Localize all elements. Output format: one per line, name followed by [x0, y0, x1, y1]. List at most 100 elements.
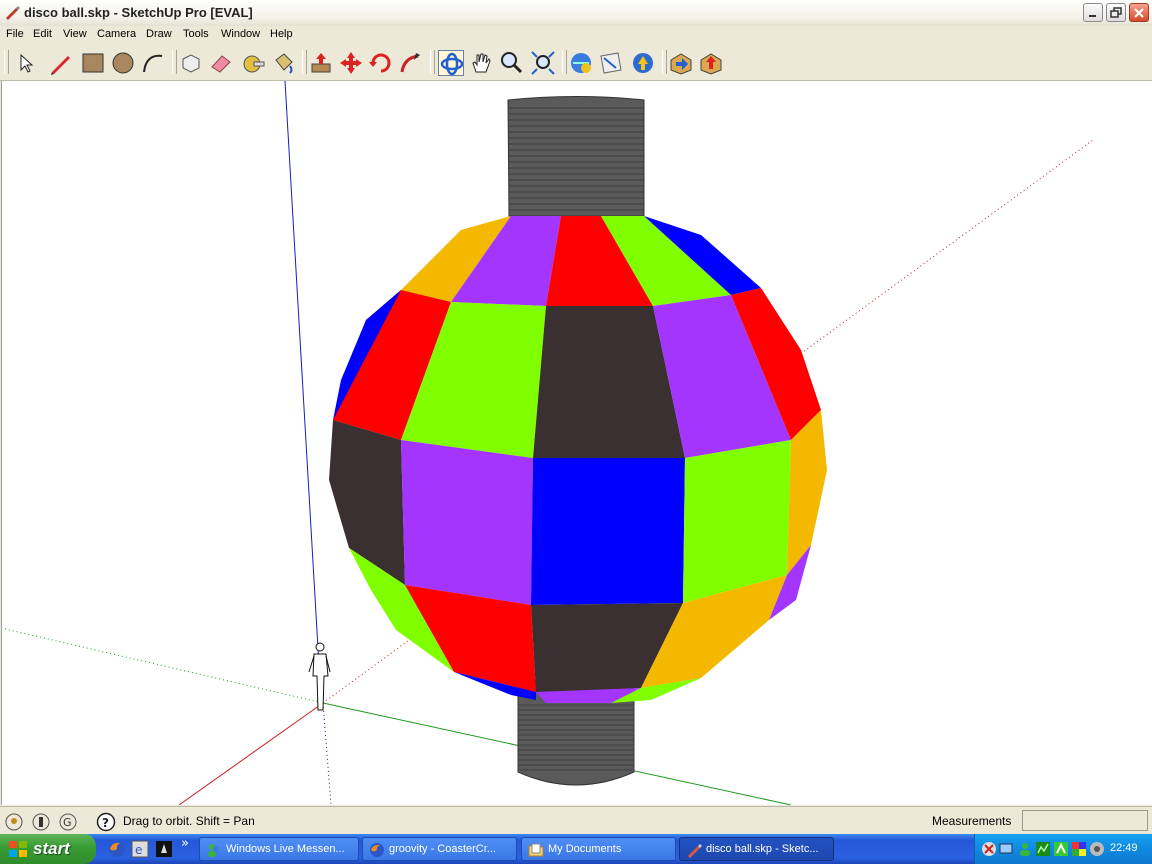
select-tool-button[interactable]: [12, 50, 38, 76]
zoom-tool-button[interactable]: [498, 50, 524, 76]
windows-logo-icon: [9, 841, 27, 857]
toolbar-separator: [430, 50, 435, 74]
move-icon: [340, 52, 362, 74]
rotate-icon: [369, 53, 391, 73]
task-label: Windows Live Messen...: [226, 843, 345, 855]
push-pull-button[interactable]: [308, 50, 334, 76]
follow-me-button[interactable]: [398, 50, 424, 76]
clock: 22:49: [1110, 842, 1138, 854]
credits-icon[interactable]: [31, 812, 51, 832]
rotate-tool-button[interactable]: [368, 50, 394, 76]
eraser-icon: [211, 55, 231, 73]
toolbar-separator: [562, 50, 567, 74]
pan-tool-button[interactable]: [468, 50, 494, 76]
main-toolbar: [0, 44, 1152, 81]
task-label: My Documents: [548, 843, 622, 855]
select-icon: [20, 53, 34, 73]
orbit-icon: [440, 52, 464, 76]
pencil-icon: [51, 56, 70, 75]
rectangle-icon: [82, 53, 104, 73]
zoom-icon: [501, 52, 523, 74]
sign-in-icon[interactable]: G: [58, 812, 78, 832]
minimize-icon: [1089, 15, 1096, 17]
menu-file[interactable]: File: [6, 28, 24, 40]
restore-icon: [1110, 7, 1122, 18]
display-icon[interactable]: [999, 841, 1015, 857]
blue-axis: [284, 81, 322, 701]
orbit-tool-button[interactable]: [438, 50, 464, 76]
arc-tool-button[interactable]: [140, 50, 166, 76]
restore-button[interactable]: [1106, 3, 1126, 22]
blue-axis-negative: [322, 702, 332, 805]
sketchup-app-icon: [6, 6, 20, 20]
get-models-icon: [571, 53, 591, 73]
disco-ball[interactable]: [329, 216, 827, 703]
geo-location-icon[interactable]: [4, 812, 24, 832]
scene-canvas[interactable]: [2, 81, 1152, 805]
paint-bucket-icon: [275, 53, 293, 74]
push-pull-icon: [311, 53, 331, 73]
network-activity-icon[interactable]: [1035, 841, 1051, 857]
zoom-extents-icon: [531, 51, 555, 75]
share-model-button[interactable]: [598, 50, 624, 76]
make-component-button[interactable]: [178, 50, 204, 76]
menu-bar: File Edit View Camera Draw Tools Window …: [0, 26, 1152, 44]
volume-icon[interactable]: [1089, 841, 1105, 857]
task-messenger[interactable]: Windows Live Messen...: [199, 837, 359, 861]
ie-icon[interactable]: e: [131, 840, 149, 858]
circle-tool-button[interactable]: [110, 50, 136, 76]
menu-window[interactable]: Window: [221, 28, 260, 40]
get-current-view-icon: [670, 53, 692, 75]
close-icon: [1134, 8, 1144, 18]
modeling-viewport[interactable]: [1, 81, 1152, 805]
tape-measure-icon: [243, 55, 265, 73]
google-earth-button[interactable]: [630, 50, 656, 76]
messenger-tray-icon[interactable]: [1017, 841, 1033, 857]
folder-icon: [528, 843, 544, 857]
title-bar: disco ball.skp - SketchUp Pro [EVAL]: [0, 0, 1152, 27]
windows-taskbar: start e » Windows Live Messen... groovit…: [0, 834, 1152, 864]
paint-bucket-button[interactable]: [270, 50, 296, 76]
help-icon[interactable]: ?: [96, 812, 116, 832]
color-app-tray-icon[interactable]: [1071, 841, 1087, 857]
toolbar-separator: [662, 50, 667, 74]
firefox-icon: [370, 843, 384, 857]
quicklaunch-chevron[interactable]: »: [181, 836, 189, 851]
toolbar-separator: [302, 50, 307, 74]
tape-measure-button[interactable]: [240, 50, 266, 76]
start-button[interactable]: start: [0, 834, 96, 864]
task-my-documents[interactable]: My Documents: [521, 837, 676, 861]
eraser-tool-button[interactable]: [208, 50, 234, 76]
messenger-icon: [208, 844, 219, 857]
rectangle-tool-button[interactable]: [80, 50, 106, 76]
sketchup-icon: [688, 844, 702, 858]
move-tool-button[interactable]: [338, 50, 364, 76]
task-sketchup[interactable]: disco ball.skp - Sketc...: [679, 837, 834, 861]
toolbar-grip[interactable]: [4, 50, 9, 74]
pan-icon: [472, 53, 491, 73]
network-disconnected-icon[interactable]: [981, 841, 997, 857]
toolbar-separator: [172, 50, 177, 74]
top-cylinder[interactable]: [507, 96, 645, 217]
get-current-view-button[interactable]: [668, 50, 694, 76]
toggle-terrain-icon: [700, 53, 722, 75]
menu-edit[interactable]: Edit: [33, 28, 52, 40]
menu-view[interactable]: View: [63, 28, 87, 40]
firefox-icon[interactable]: [108, 840, 126, 858]
menu-tools[interactable]: Tools: [183, 28, 209, 40]
get-models-button[interactable]: [568, 50, 594, 76]
pencil-tool-button[interactable]: [48, 50, 74, 76]
menu-draw[interactable]: Draw: [146, 28, 172, 40]
close-button[interactable]: [1129, 3, 1149, 22]
minimize-button[interactable]: [1083, 3, 1103, 22]
toggle-terrain-button[interactable]: [698, 50, 724, 76]
task-firefox-coastercrazy[interactable]: groovity - CoasterCr...: [362, 837, 517, 861]
menu-help[interactable]: Help: [270, 28, 293, 40]
window-title: disco ball.skp - SketchUp Pro [EVAL]: [24, 5, 253, 20]
measurements-input[interactable]: [1022, 810, 1148, 831]
green-app-tray-icon[interactable]: [1053, 841, 1069, 857]
circle-icon: [112, 52, 134, 74]
app-quicklaunch-icon[interactable]: [155, 840, 173, 858]
menu-camera[interactable]: Camera: [97, 28, 136, 40]
zoom-extents-button[interactable]: [530, 50, 556, 76]
